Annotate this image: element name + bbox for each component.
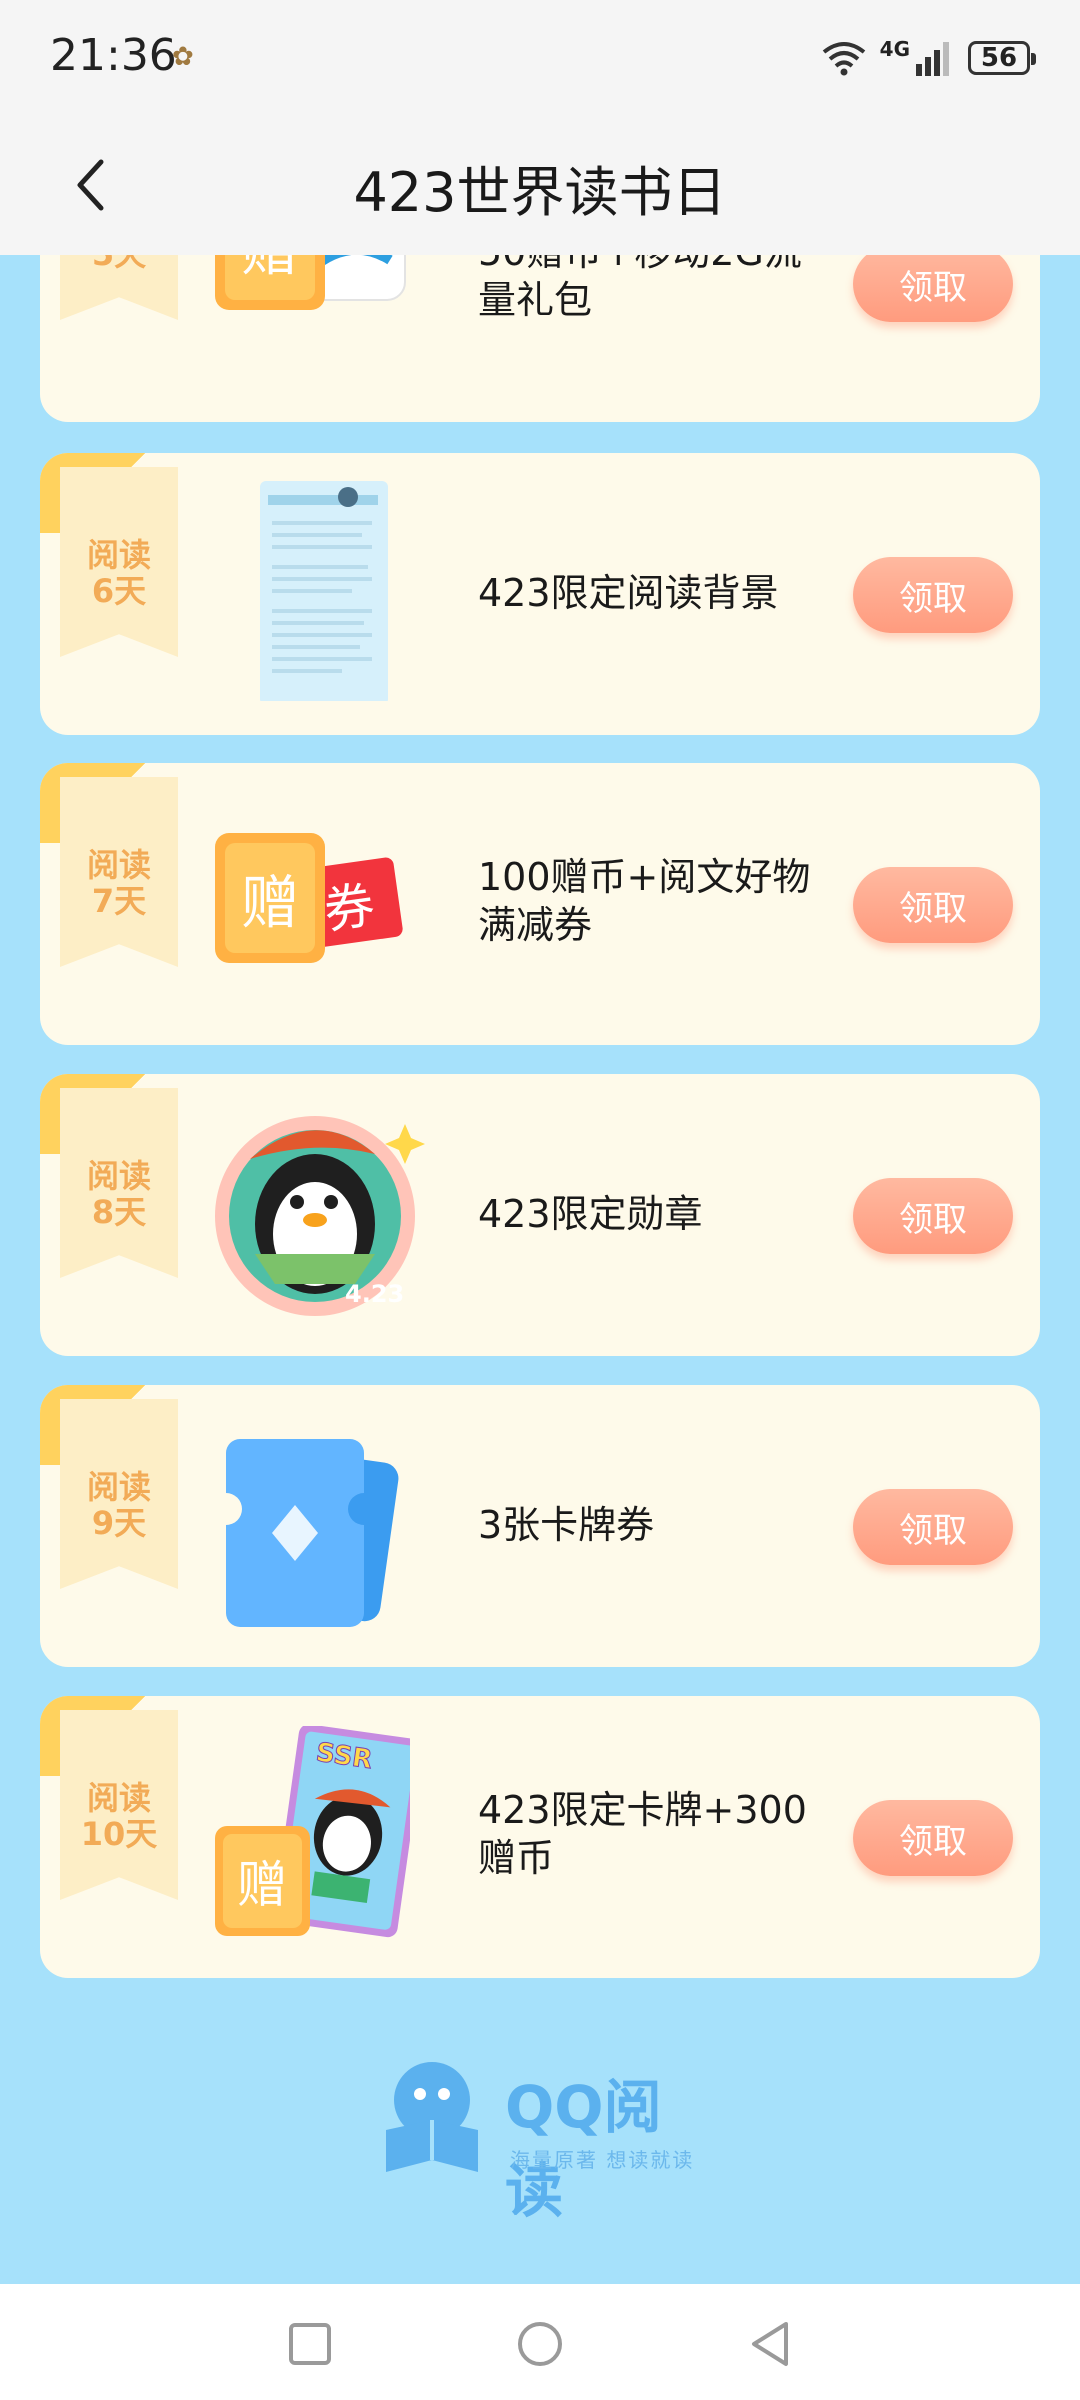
reward-card-day-9: 阅读 9天 3张卡牌券 领取 [40, 1385, 1040, 1667]
ribbon-line-2: 7天 [91, 882, 147, 920]
reward-card-day-10: 阅读 10天 SSR 赠 423限定卡牌+300 赠币 领取 [40, 1696, 1040, 1978]
reading-background-icon [260, 481, 388, 701]
reward-line-2: 量礼包 [478, 278, 593, 322]
ribbon-line-1: 阅读 [86, 1779, 151, 1817]
reward-card-day-8: 阅读 8天 4.23 423限定勋章 领取 [40, 1074, 1040, 1356]
recent-apps-button[interactable] [280, 2314, 340, 2374]
coin-text: 赠 [241, 869, 299, 937]
reward-text: 423限定阅读背景 [478, 569, 878, 617]
ribbon-line-2: 8天 [91, 1193, 147, 1231]
reward-text: 423限定卡牌+300 赠币 [478, 1786, 878, 1882]
reward-text: 423限定勋章 [478, 1190, 878, 1238]
top-bar: 21:36 ✿ 4G 56 423世界读书日 [0, 0, 1080, 255]
square-icon [289, 2323, 331, 2365]
brand-logo: QQ阅读 海量原著 想读就读 [380, 2060, 700, 2225]
claim-button[interactable]: 领取 [853, 1489, 1013, 1565]
ribbon-line-2: 10天 [80, 1815, 158, 1853]
ribbon-line-1: 阅读 [86, 1468, 151, 1506]
reward-card-day-7: 阅读 7天 券 赠 100赠币+阅文好物 满减券 领取 [40, 763, 1040, 1045]
ribbon-line-2: 6天 [91, 572, 147, 610]
medal-text: 4.23 [345, 1280, 404, 1308]
claim-button[interactable]: 领取 [853, 1800, 1013, 1876]
claim-button[interactable]: 领取 [853, 557, 1013, 633]
reward-text: 3张卡牌券 [478, 1501, 878, 1549]
circle-icon [518, 2322, 562, 2366]
day-ribbon: 阅读 7天 [60, 777, 178, 967]
wifi-icon [822, 42, 865, 76]
coupon-text: 券 [321, 876, 379, 940]
battery-indicator: 56 [968, 41, 1036, 75]
reward-card-day-6: 阅读 6天 423限定阅读背景 领取 [40, 453, 1040, 735]
system-back-button[interactable] [740, 2314, 800, 2374]
reward-line-1: 423限定卡牌+300 [478, 1788, 807, 1832]
triangle-back-icon [752, 2322, 788, 2366]
coin-and-coupon-icon: 券 赠 [215, 833, 403, 963]
day-ribbon: 阅读 10天 [60, 1710, 178, 1900]
reward-line-1: 423限定勋章 [478, 1192, 703, 1236]
reward-line-2: 赠币 [478, 1836, 555, 1880]
status-icons: 4G 56 [822, 30, 1036, 86]
penguin-medal-icon: 4.23 [215, 1116, 425, 1316]
status-time: 21:36 [50, 30, 177, 81]
claim-button[interactable]: 领取 [853, 1178, 1013, 1254]
reward-text: 100赠币+阅文好物 满减券 [478, 853, 878, 949]
coin-text: 赠 [237, 1856, 287, 1914]
brand-slogan: 海量原著 想读就读 [510, 2148, 695, 2172]
day-ribbon: 阅读 8天 [60, 1088, 178, 1278]
reward-line-1: 3张卡牌券 [478, 1503, 655, 1547]
ribbon-line-2: 9天 [91, 1504, 147, 1542]
ribbon-line-1: 阅读 [86, 846, 151, 884]
signal-icon [916, 42, 949, 76]
day-ribbon: 阅读 9天 [60, 1399, 178, 1589]
reward-line-1: 100赠币+阅文好物 [478, 855, 811, 899]
ribbon-line-1: 阅读 [86, 536, 151, 574]
network-type: 4G [879, 37, 910, 61]
ribbon-line-1: 阅读 [86, 1157, 151, 1195]
ssr-card-icon: SSR 赠 [215, 1726, 410, 1938]
claim-button[interactable]: 领取 [853, 867, 1013, 943]
reward-line-2: 满减券 [478, 903, 593, 947]
page-title: 423世界读书日 [353, 161, 727, 224]
claim-button[interactable]: 领取 [853, 246, 1013, 322]
system-nav-bar [0, 2284, 1080, 2400]
card-ticket-icon [226, 1439, 399, 1627]
qq-reading-mascot-icon [386, 2062, 478, 2172]
reward-line-1: 423限定阅读背景 [478, 571, 779, 615]
notification-icon: ✿ [172, 42, 194, 72]
home-button[interactable] [510, 2314, 570, 2374]
day-ribbon: 阅读 6天 [60, 467, 178, 657]
